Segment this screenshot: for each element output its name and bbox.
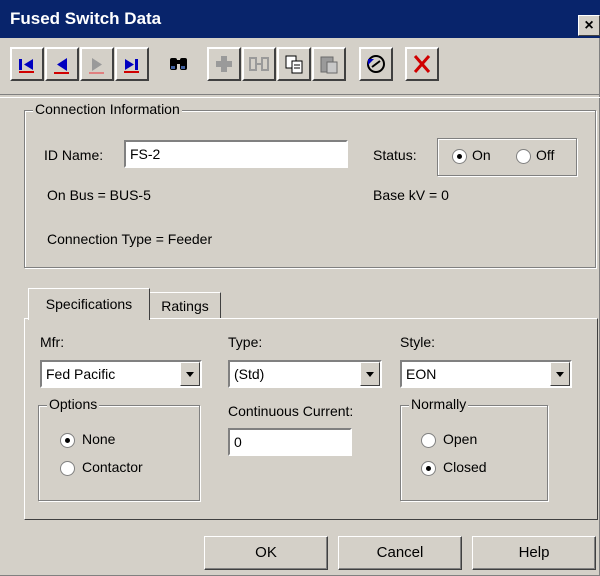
type-select[interactable]: (Std) (228, 360, 382, 388)
mfr-select[interactable]: Fed Pacific (40, 360, 202, 388)
on-bus-text: On Bus = BUS-5 (47, 187, 151, 203)
status-off-label[interactable]: Off (536, 147, 554, 163)
previous-record-button[interactable] (45, 47, 79, 81)
status-on-label[interactable]: On (472, 147, 491, 163)
type-dropdown-button[interactable] (360, 362, 380, 386)
base-kv-text: Base kV = 0 (373, 187, 449, 203)
option-contactor-radio[interactable] (60, 461, 75, 476)
close-button[interactable]: × (578, 15, 600, 36)
normally-closed-radio[interactable] (421, 461, 436, 476)
find-button[interactable] (161, 47, 195, 81)
delete-icon (413, 55, 431, 73)
binoculars-icon (170, 58, 187, 70)
radio-selected-dot (457, 154, 462, 159)
radio-selected-dot (426, 466, 431, 471)
continuous-current-label: Continuous Current: (228, 403, 354, 419)
continuous-current-input[interactable]: 0 (228, 428, 352, 456)
type-value: (Std) (234, 366, 265, 382)
chevron-down-icon (366, 372, 374, 377)
window-title: Fused Switch Data (10, 9, 162, 28)
normally-label: Normally (409, 396, 469, 412)
add-button[interactable] (207, 47, 241, 81)
status-off-radio[interactable] (516, 149, 531, 164)
connection-information-label: Connection Information (33, 101, 182, 117)
previous-record-icon (54, 58, 69, 74)
normally-closed-label[interactable]: Closed (443, 459, 487, 475)
plus-icon (216, 56, 232, 72)
mfr-value: Fed Pacific (46, 366, 116, 382)
paste-button[interactable] (312, 47, 346, 81)
option-none-radio[interactable] (60, 433, 75, 448)
chevron-down-icon (186, 372, 194, 377)
help-button[interactable]: Help (472, 536, 596, 570)
connection-type-text: Connection Type = Feeder (47, 231, 213, 247)
mfr-label: Mfr: (40, 334, 65, 350)
mfr-dropdown-button[interactable] (180, 362, 200, 386)
last-record-button[interactable] (115, 47, 149, 81)
insert-icon (249, 57, 269, 71)
status-label: Status: (373, 147, 417, 163)
toolbar (10, 47, 470, 87)
style-select[interactable]: EON (400, 360, 572, 388)
toolbar-separator (0, 94, 600, 98)
normally-group: Normally (400, 396, 548, 501)
undo-icon (367, 55, 385, 73)
style-dropdown-button[interactable] (550, 362, 570, 386)
cancel-button[interactable]: Cancel (338, 536, 462, 570)
options-group: Options (38, 396, 200, 501)
next-record-icon (89, 58, 104, 74)
status-on-radio[interactable] (452, 149, 467, 164)
title-bar[interactable]: Fused Switch Data × (0, 0, 600, 38)
type-label: Type: (228, 334, 263, 350)
option-none-label[interactable]: None (82, 431, 115, 447)
tab-ratings[interactable]: Ratings (149, 292, 221, 319)
ok-button[interactable]: OK (204, 536, 328, 570)
radio-selected-dot (65, 438, 70, 443)
copy-button[interactable] (277, 47, 311, 81)
chevron-down-icon (556, 372, 564, 377)
style-value: EON (406, 366, 437, 382)
first-record-icon (19, 59, 34, 73)
options-label: Options (47, 396, 100, 412)
insert-button[interactable] (242, 47, 276, 81)
id-name-label: ID Name: (44, 147, 104, 163)
last-record-icon (124, 59, 139, 73)
first-record-button[interactable] (10, 47, 44, 81)
paste-icon (320, 56, 338, 74)
option-contactor-label[interactable]: Contactor (82, 459, 143, 475)
normally-open-label[interactable]: Open (443, 431, 477, 447)
delete-button[interactable] (405, 47, 439, 81)
style-label: Style: (400, 334, 436, 350)
normally-open-radio[interactable] (421, 433, 436, 448)
tab-specifications[interactable]: Specifications (28, 288, 150, 320)
id-name-input[interactable]: FS-2 (124, 140, 348, 168)
fused-switch-dialog: Fused Switch Data × Connection Informati… (0, 0, 600, 576)
undo-button[interactable] (359, 47, 393, 81)
next-record-button[interactable] (80, 47, 114, 81)
copy-icon (285, 55, 303, 74)
